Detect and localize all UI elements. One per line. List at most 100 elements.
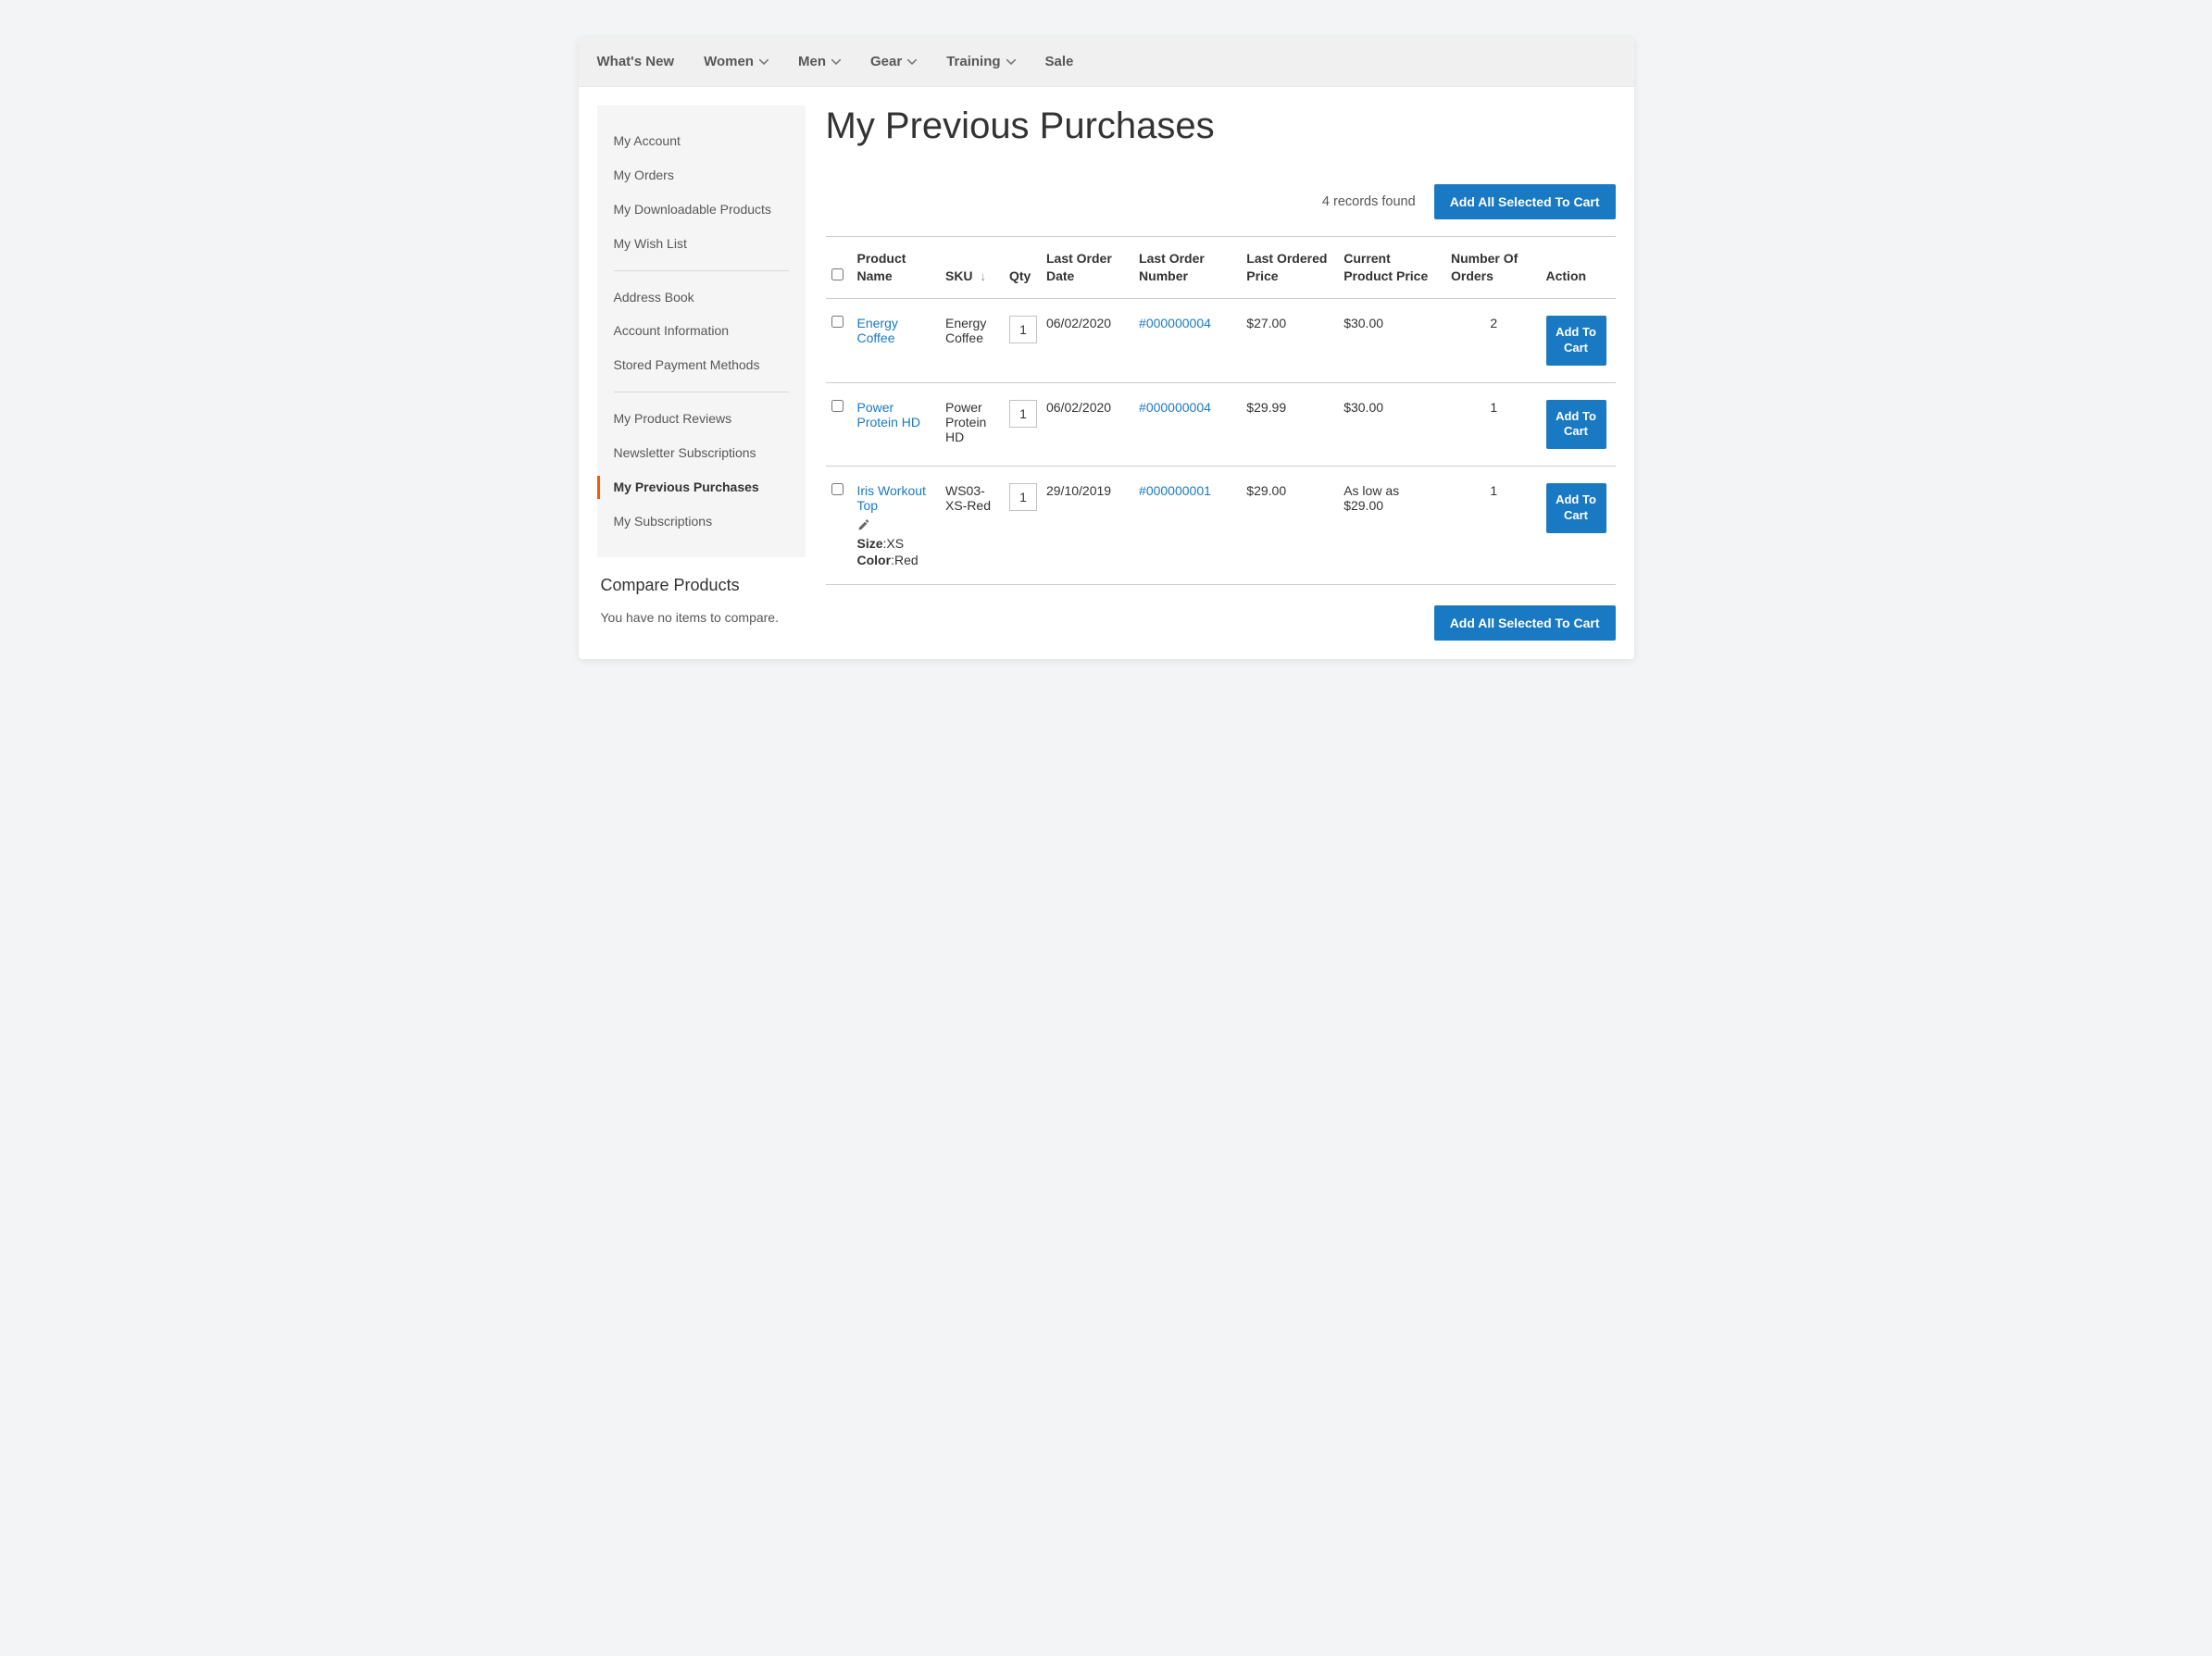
content-wrap: My AccountMy OrdersMy Downloadable Produ…: [579, 87, 1634, 659]
records-row: 4 records found Add All Selected To Cart: [826, 184, 1616, 219]
product-link[interactable]: Power Protein HD: [857, 400, 920, 430]
sidebar-item-my-account[interactable]: My Account: [614, 124, 789, 158]
product-attr-value: :XS: [883, 536, 905, 551]
compare-empty-text: You have no items to compare.: [601, 608, 802, 628]
order-link[interactable]: #000000001: [1139, 483, 1211, 498]
cell-last-price: $27.00: [1246, 298, 1343, 382]
cell-current-price: As low as $29.00: [1343, 467, 1451, 585]
cell-product-name: Iris Workout TopSize:XSColor:Red: [857, 467, 945, 585]
nav-item-label: Sale: [1045, 54, 1074, 69]
sidebar-box: My AccountMy OrdersMy Downloadable Produ…: [597, 106, 806, 557]
header-current-price[interactable]: Current Product Price: [1343, 237, 1451, 299]
add-to-cart-button[interactable]: Add To Cart: [1546, 400, 1606, 450]
nav-item-what-s-new[interactable]: What's New: [595, 37, 677, 86]
add-all-selected-button-top[interactable]: Add All Selected To Cart: [1434, 184, 1616, 219]
sidebar-item-my-previous-purchases[interactable]: My Previous Purchases: [614, 470, 789, 504]
qty-input[interactable]: [1009, 483, 1037, 511]
cell-sku: Energy Coffee: [945, 298, 1009, 382]
sidebar: My AccountMy OrdersMy Downloadable Produ…: [597, 106, 806, 641]
cell-qty: [1009, 298, 1046, 382]
sidebar-item-stored-payment-methods[interactable]: Stored Payment Methods: [614, 348, 789, 382]
add-to-cart-button[interactable]: Add To Cart: [1546, 316, 1606, 366]
pencil-icon[interactable]: [857, 518, 936, 534]
cell-product-name: Energy Coffee: [857, 298, 945, 382]
chevron-down-icon: [907, 59, 917, 65]
main-content: My Previous Purchases 4 records found Ad…: [826, 106, 1616, 641]
header-action: Action: [1546, 237, 1616, 299]
header-num-orders[interactable]: Number Of Orders: [1451, 237, 1546, 299]
product-attr-value: :Red: [891, 553, 919, 567]
nav-item-label: Women: [704, 54, 754, 69]
nav-item-gear[interactable]: Gear: [869, 37, 919, 86]
bottom-actions: Add All Selected To Cart: [826, 584, 1616, 641]
cell-last-order-date: 06/02/2020: [1046, 298, 1139, 382]
cell-current-price: $30.00: [1343, 298, 1451, 382]
qty-input[interactable]: [1009, 316, 1037, 343]
select-all-checkbox[interactable]: [831, 268, 844, 280]
cell-product-name: Power Protein HD: [857, 382, 945, 467]
order-link[interactable]: #000000004: [1139, 316, 1211, 330]
nav-item-women[interactable]: Women: [702, 37, 770, 86]
cell-qty: [1009, 467, 1046, 585]
nav-item-label: What's New: [597, 54, 675, 69]
sidebar-item-newsletter-subscriptions[interactable]: Newsletter Subscriptions: [614, 436, 789, 470]
sort-arrow-icon: ↓: [980, 268, 986, 285]
product-attr-label: Size: [857, 536, 883, 551]
header-last-order-date[interactable]: Last Order Date: [1046, 237, 1139, 299]
cell-num-orders: 1: [1451, 467, 1546, 585]
chevron-down-icon: [759, 59, 769, 65]
cell-qty: [1009, 382, 1046, 467]
sidebar-item-account-information[interactable]: Account Information: [614, 314, 789, 348]
cell-sku: Power Protein HD: [945, 382, 1009, 467]
add-to-cart-button[interactable]: Add To Cart: [1546, 483, 1606, 533]
qty-input[interactable]: [1009, 400, 1037, 428]
nav-item-men[interactable]: Men: [796, 37, 843, 86]
cell-order-number: #000000001: [1139, 467, 1246, 585]
cell-checkbox: [826, 298, 857, 382]
cell-order-number: #000000004: [1139, 298, 1246, 382]
nav-item-label: Training: [946, 54, 1000, 69]
app-container: What's New Women Men Gear Training Sale My Ac…: [579, 37, 1634, 659]
header-checkbox-cell: [826, 237, 857, 299]
header-sku[interactable]: SKU ↓: [945, 237, 1009, 299]
page-title: My Previous Purchases: [826, 106, 1616, 147]
table-row: Energy Coffee Energy Coffee 06/02/2020#000…: [826, 298, 1616, 382]
cell-order-number: #000000004: [1139, 382, 1246, 467]
cell-last-price: $29.99: [1246, 382, 1343, 467]
purchases-table: Product Name SKU ↓ Qty Last Order Date L…: [826, 236, 1616, 584]
row-checkbox[interactable]: [831, 316, 844, 328]
nav-item-sale[interactable]: Sale: [1044, 37, 1076, 86]
sidebar-item-address-book[interactable]: Address Book: [614, 280, 789, 315]
top-nav: What's New Women Men Gear Training Sale: [579, 37, 1634, 87]
add-all-selected-button-bottom[interactable]: Add All Selected To Cart: [1434, 605, 1616, 641]
sidebar-divider: [614, 270, 789, 271]
row-checkbox[interactable]: [831, 483, 844, 495]
sidebar-item-my-product-reviews[interactable]: My Product Reviews: [614, 402, 789, 436]
cell-current-price: $30.00: [1343, 382, 1451, 467]
header-sku-label: SKU: [945, 268, 973, 283]
nav-item-label: Gear: [870, 54, 902, 69]
cell-checkbox: [826, 467, 857, 585]
sidebar-item-my-downloadable-products[interactable]: My Downloadable Products: [614, 193, 789, 227]
sidebar-group: Address BookAccount InformationStored Pa…: [597, 280, 806, 383]
sidebar-item-my-wish-list[interactable]: My Wish List: [614, 227, 789, 261]
cell-last-price: $29.00: [1246, 467, 1343, 585]
order-link[interactable]: #000000004: [1139, 400, 1211, 415]
chevron-down-icon: [1006, 59, 1016, 65]
table-row: Power Protein HD Power Protein HD 06/02/20…: [826, 382, 1616, 467]
compare-title: Compare Products: [601, 576, 802, 595]
cell-last-order-date: 29/10/2019: [1046, 467, 1139, 585]
product-link[interactable]: Energy Coffee: [857, 316, 898, 345]
header-qty[interactable]: Qty: [1009, 237, 1046, 299]
header-product-name[interactable]: Product Name: [857, 237, 945, 299]
cell-action: Add To Cart: [1546, 467, 1616, 585]
cell-action: Add To Cart: [1546, 382, 1616, 467]
product-link[interactable]: Iris Workout Top: [857, 483, 926, 513]
cell-last-order-date: 06/02/2020: [1046, 382, 1139, 467]
header-last-ordered-price[interactable]: Last Ordered Price: [1246, 237, 1343, 299]
sidebar-item-my-orders[interactable]: My Orders: [614, 158, 789, 193]
nav-item-training[interactable]: Training: [944, 37, 1017, 86]
header-last-order-number[interactable]: Last Order Number: [1139, 237, 1246, 299]
row-checkbox[interactable]: [831, 400, 844, 412]
sidebar-item-my-subscriptions[interactable]: My Subscriptions: [614, 504, 789, 539]
